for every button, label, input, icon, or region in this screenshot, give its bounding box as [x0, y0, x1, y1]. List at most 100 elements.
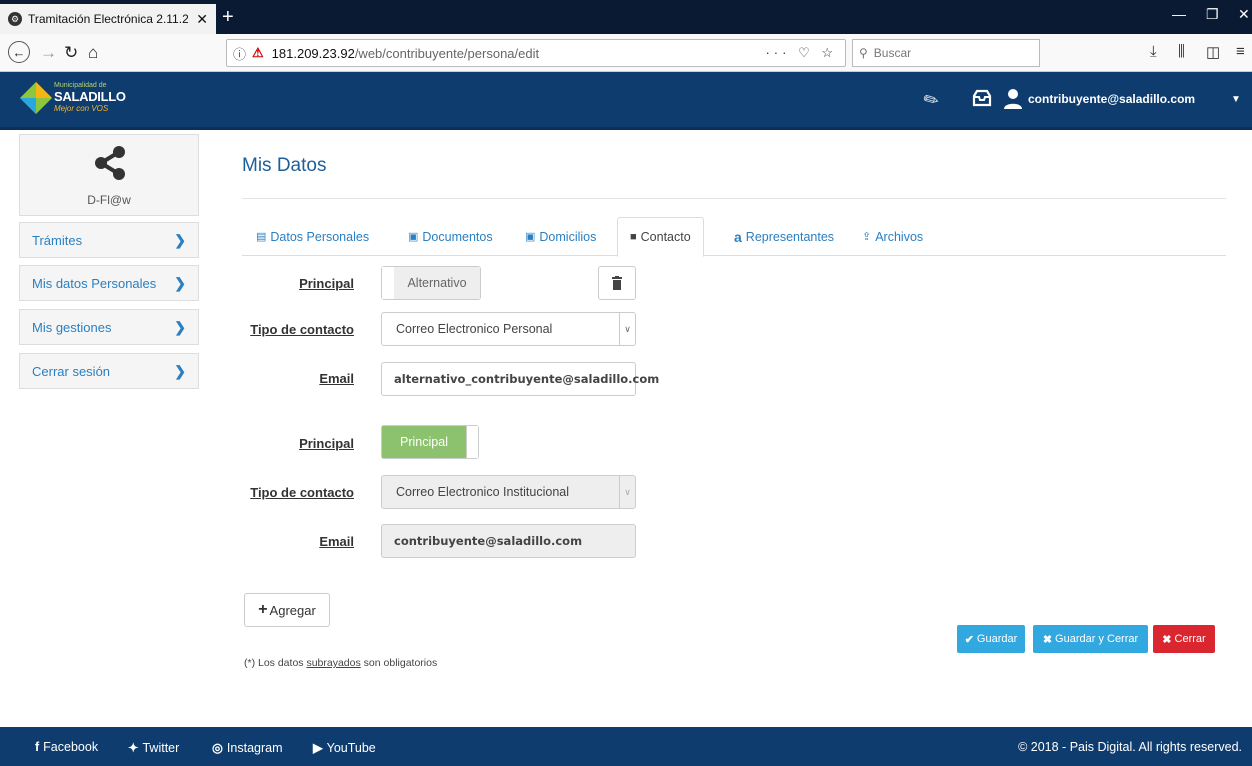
email-input[interactable]: alternativo_contribuyente@saladillo.com [381, 362, 659, 396]
chevron-right-icon: ❯ [174, 274, 186, 291]
tab-label: Representantes [745, 229, 835, 244]
chevron-down-icon: ∨ [619, 476, 635, 508]
tab-contacto[interactable]: ■ Contacto [617, 217, 704, 257]
close-tab-icon[interactable]: ✕ [196, 11, 208, 28]
tab-archivos[interactable]: ⇪ Archivos [862, 217, 923, 256]
save-close-label: Guardar y Cerrar [1055, 633, 1139, 645]
info-icon[interactable]: ⓘ [233, 44, 246, 63]
facebook-icon: f [35, 740, 40, 754]
save-and-close-button[interactable]: ✖ Guardar y Cerrar [1033, 625, 1148, 653]
footer-link-youtube[interactable]: ▶ YouTube [313, 740, 376, 756]
new-tab-button[interactable]: + [222, 6, 234, 29]
inbox-icon[interactable] [972, 88, 992, 108]
footer-link-label: Facebook [43, 740, 99, 754]
menu-icon[interactable]: ≡ [1236, 43, 1245, 60]
page-actions-icon[interactable]: ··· ♡ ☆ [765, 45, 837, 61]
required-fields-note: (*) Los datos subrayados son obligatorio… [244, 657, 437, 669]
email-value: contribuyente@saladillo.com [394, 534, 583, 548]
close-button[interactable]: ✖ Cerrar [1153, 625, 1215, 653]
chevron-right-icon: ❯ [174, 362, 186, 379]
footer-link-label: Instagram [226, 740, 283, 755]
sidebar-item-cerrar-sesion[interactable]: Cerrar sesión ❯ [19, 353, 199, 389]
delete-contact-button[interactable] [598, 266, 636, 300]
logo-tagline-text: Mejor con VOS [54, 104, 109, 113]
copyright: © 2018 - Pais Digital. All rights reserv… [1018, 740, 1242, 754]
footer-link-facebook[interactable]: f Facebook [35, 740, 98, 754]
note-underlined: subrayados [306, 657, 361, 669]
toggle-text: Principal [382, 426, 466, 458]
tipo-contacto-label: Tipo de contacto [250, 485, 354, 500]
select-value: Correo Electronico Personal [396, 322, 553, 336]
close-icon: ✖ [1042, 633, 1053, 646]
sidebar-item-label: Mis gestiones [32, 319, 112, 335]
forward-arrow-icon[interactable]: → [40, 43, 57, 63]
add-label: Agregar [269, 602, 316, 618]
close-window-icon[interactable]: ✕ [1238, 6, 1250, 23]
ticket-icon[interactable]: ✎ [920, 88, 944, 114]
chevron-down-icon: ∨ [619, 313, 635, 345]
sidebar-item-label: Trámites [32, 232, 83, 248]
add-contact-button[interactable]: + Agregar [244, 593, 330, 627]
briefcase-icon: ■ [630, 231, 637, 243]
insecure-lock-icon[interactable]: ⚠ [252, 45, 264, 61]
sidebar-icon[interactable]: ◫ [1206, 43, 1220, 61]
representative-icon: a [734, 228, 742, 245]
save-button[interactable]: ✔ Guardar [957, 625, 1025, 653]
tipo-contacto-select[interactable]: Correo Electronico Personal ∨ [381, 312, 636, 346]
back-arrow-icon[interactable]: ← [8, 41, 30, 63]
copyright-icon: © [1018, 740, 1028, 754]
browser-tab[interactable]: ⚙ Tramitación Electrónica 2.11.2 ✕ [0, 4, 216, 34]
maximize-window-icon[interactable]: ❐ [1206, 6, 1219, 23]
sidebar-item-tramites[interactable]: Trámites ❯ [19, 222, 199, 258]
home-card-icon: ▣ [525, 231, 536, 243]
tab-documentos[interactable]: ▣ Documentos [408, 217, 493, 256]
tab-representantes[interactable]: a Representantes [734, 217, 834, 256]
principal-label: Principal [299, 436, 354, 451]
sidebar-item-mis-gestiones[interactable]: Mis gestiones ❯ [19, 309, 199, 345]
close-label: Cerrar [1174, 633, 1206, 645]
logo-name-text: SALADILLO [54, 89, 126, 104]
principal-toggle[interactable]: Principal [381, 425, 479, 459]
page-title: Mis Datos [242, 155, 327, 176]
home-icon[interactable]: ⌂ [88, 43, 98, 63]
sidebar-item-label: Mis datos Personales [32, 275, 157, 291]
plus-icon: + [258, 601, 268, 618]
save-label: Guardar [976, 633, 1018, 645]
tab-label: Archivos [875, 229, 924, 244]
principal-toggle[interactable]: Alternativo [381, 266, 481, 300]
browser-tab-title: Tramitación Electrónica 2.11.2 [28, 12, 189, 26]
user-email[interactable]: contribuyente@saladillo.com [1028, 92, 1195, 106]
sidebar-item-mis-datos-personales[interactable]: Mis datos Personales ❯ [19, 265, 199, 301]
footer: f Facebook ✦ Twitter ◎ Instagram ▶ YouTu… [0, 727, 1252, 766]
library-icon[interactable]: ⫼ [1178, 43, 1185, 60]
user-icon[interactable] [1003, 88, 1023, 110]
id-card-icon: ▤ [256, 231, 267, 243]
municipality-logo[interactable]: Municipalidad de SALADILLO Mejor con VOS [20, 78, 126, 122]
search-icon: ⚲ [859, 46, 868, 60]
url-host: 181.209.23.92 [271, 45, 355, 61]
footer-link-twitter[interactable]: ✦ Twitter [128, 740, 179, 756]
sidebar-brand: D-Fl@w [19, 134, 199, 216]
title-divider [242, 198, 1226, 199]
close-icon: ✖ [1162, 633, 1172, 646]
tab-datos-personales[interactable]: ▤ Datos Personales [256, 217, 369, 256]
chevron-right-icon: ❯ [174, 231, 186, 248]
reload-icon[interactable]: ↻ [64, 43, 78, 63]
youtube-icon: ▶ [313, 741, 323, 755]
email-input: contribuyente@saladillo.com [381, 524, 636, 558]
download-icon[interactable]: ⤓ [1150, 43, 1157, 60]
minimize-window-icon[interactable]: — [1172, 6, 1186, 22]
tab-label: Datos Personales [270, 229, 370, 244]
app-header: Municipalidad de SALADILLO Mejor con VOS… [0, 72, 1252, 130]
profile-tabs: ▤ Datos Personales ▣ Documentos ▣ Domici… [242, 217, 1226, 257]
note-prefix: (*) Los datos [244, 657, 307, 669]
search-placeholder: Buscar [873, 46, 912, 60]
principal-label: Principal [299, 276, 354, 291]
search-input[interactable]: ⚲ Buscar [852, 39, 1040, 67]
address-bar[interactable]: ⓘ ⚠ 181.209.23.92 /web/contribuyente/per… [226, 39, 846, 67]
share-icon [95, 146, 125, 180]
caret-down-icon[interactable]: ▼ [1231, 94, 1241, 105]
copyright-text: 2018 - Pais Digital. All rights reserved… [1030, 740, 1242, 754]
footer-link-instagram[interactable]: ◎ Instagram [212, 740, 283, 756]
tab-domicilios[interactable]: ▣ Domicilios [525, 217, 596, 256]
